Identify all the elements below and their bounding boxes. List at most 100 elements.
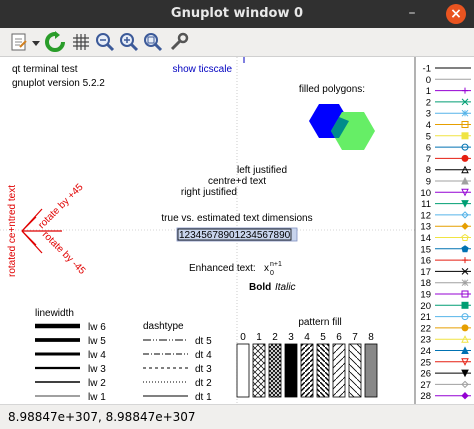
legend-marker [461, 245, 469, 253]
enhanced-label: Enhanced text: [189, 263, 256, 274]
legend-label: 7 [426, 154, 431, 165]
legend-label: 21 [420, 312, 431, 323]
linewidth-title: linewidth [35, 308, 74, 319]
legend-label: -1 [423, 64, 431, 75]
legend-marker [461, 132, 469, 140]
minimize-button[interactable]: – [404, 5, 420, 21]
dropdown-arrow-icon[interactable] [30, 31, 42, 53]
coordinate-readout: 8.98847e+307, 8.98847e+307 [8, 410, 196, 424]
dashtype-label: dt 2 [195, 378, 212, 389]
legend-label: 24 [420, 346, 431, 357]
pattern-swatch [348, 343, 362, 398]
grid-icon[interactable] [70, 31, 92, 53]
legend-label: 27 [420, 380, 431, 391]
right-justified-text: right justified [181, 187, 237, 198]
italic-text: Italic [275, 282, 296, 293]
dashtype-label: dt 3 [195, 364, 212, 375]
replot-icon[interactable] [44, 31, 66, 53]
header-line-2: gnuplot version 5.2.2 [12, 78, 105, 89]
legend-label: 0 [426, 75, 431, 86]
dashtype-label: dt 1 [195, 392, 212, 403]
header-line-1: qt terminal test [12, 64, 78, 75]
pattern-swatch [316, 343, 330, 398]
legend-label: 10 [420, 188, 431, 199]
legend-label: 5 [426, 131, 431, 142]
pattern-swatch [332, 343, 346, 398]
legend-label: 22 [420, 323, 431, 334]
legend-label: 6 [426, 143, 431, 154]
pattern-fill-samples: 012345678 [236, 332, 378, 398]
left-justified-text: left justified [237, 165, 287, 176]
legend-marker [461, 154, 469, 162]
legend: -101234567891011121314151617181920212223… [420, 64, 471, 402]
legend-marker [461, 109, 469, 117]
legend-label: 16 [420, 256, 431, 267]
pattern-label: 8 [368, 332, 374, 343]
pattern-swatch [268, 343, 282, 398]
pattern-label: 3 [288, 332, 294, 343]
legend-label: 2 [426, 97, 431, 108]
legend-label: 3 [426, 109, 431, 120]
enhanced-superscript: n+1 [270, 261, 282, 268]
pattern-label: 2 [272, 332, 278, 343]
status-bar: 8.98847e+307, 8.98847e+307 [0, 404, 474, 429]
pattern-label: 0 [240, 332, 246, 343]
close-button[interactable]: × [446, 4, 466, 24]
linewidth-label: lw 4 [88, 350, 106, 361]
dashtype-label: dt 5 [195, 336, 212, 347]
ticscale-label: show ticscale [173, 64, 233, 75]
legend-marker [461, 279, 469, 287]
settings-icon[interactable] [168, 31, 190, 53]
plot-canvas[interactable]: qt terminal test gnuplot version 5.2.2 s… [0, 57, 474, 404]
legend-label: 14 [420, 233, 431, 244]
legend-label: 17 [420, 267, 431, 278]
centred-text: centre+d text [208, 176, 266, 187]
pattern-swatch [364, 343, 378, 398]
legend-label: 26 [420, 369, 431, 380]
legend-label: 12 [420, 210, 431, 221]
linewidth-label: lw 3 [88, 364, 106, 375]
legend-label: 23 [420, 335, 431, 346]
legend-label: 8 [426, 165, 431, 176]
zoom-fit-icon[interactable] [142, 31, 164, 53]
filled-polygons-label: filled polygons: [299, 84, 365, 95]
zoom-forward-icon[interactable] [118, 31, 140, 53]
legend-marker [462, 257, 468, 264]
legend-label: 1 [426, 86, 431, 97]
export-icon[interactable] [8, 31, 30, 53]
pattern-label: 6 [336, 332, 342, 343]
enhanced-x: x [264, 263, 269, 274]
zoom-back-icon[interactable] [94, 31, 116, 53]
legend-marker [461, 391, 469, 400]
legend-label: 20 [420, 301, 431, 312]
legend-marker [461, 301, 469, 309]
linewidth-label: lw 2 [88, 378, 106, 389]
pattern-swatch [300, 343, 314, 398]
rotated-centred-text: rotated ce+ntred text [7, 185, 18, 277]
title-bar: Gnuplot window 0 – × [0, 0, 474, 28]
legend-label: 19 [420, 290, 431, 301]
pattern-label: 4 [304, 332, 310, 343]
legend-label: 9 [426, 177, 431, 188]
rotate-plus-45-text: rotate by +45 [36, 182, 86, 232]
pattern-label: 5 [320, 332, 326, 343]
pattern-swatch [252, 343, 266, 398]
dashtype-title: dashtype [143, 321, 184, 332]
pattern-label: 1 [256, 332, 262, 343]
legend-label: 13 [420, 222, 431, 233]
enhanced-subscript: 0 [270, 270, 274, 277]
rotate-minus-45-text: rotate by -45 [40, 229, 88, 277]
linewidth-label: lw 5 [88, 336, 106, 347]
legend-label: 18 [420, 278, 431, 289]
linewidth-samples: lw 6 lw 5 lw 4 lw 3 lw 2 lw 1 [35, 322, 106, 403]
linewidth-label: lw 1 [88, 392, 106, 403]
legend-label: 28 [420, 391, 431, 402]
legend-label: 11 [421, 199, 431, 210]
dashtype-samples: dt 5 dt 4 dt 3 dt 2 dt 1 [143, 336, 212, 403]
legend-label: 25 [420, 357, 431, 368]
linewidth-label: lw 6 [88, 322, 106, 333]
pattern-swatch [284, 343, 298, 398]
legend-marker [461, 222, 469, 230]
plot-svg: qt terminal test gnuplot version 5.2.2 s… [0, 57, 471, 404]
pattern-label: 7 [352, 332, 358, 343]
